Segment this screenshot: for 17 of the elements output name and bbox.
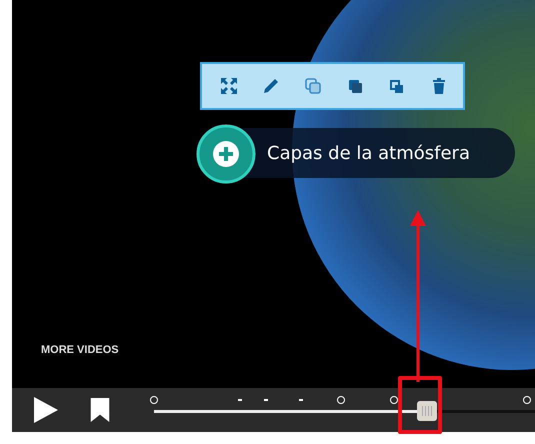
duplicate-icon[interactable] xyxy=(303,76,323,96)
highlight-box xyxy=(398,376,442,434)
timeline-marker xyxy=(336,396,345,404)
play-icon[interactable] xyxy=(34,397,58,423)
more-videos-link[interactable]: MORE VIDEOS xyxy=(41,344,119,356)
bookmark-icon[interactable] xyxy=(90,398,110,422)
expand-icon[interactable] xyxy=(219,76,239,96)
edit-icon[interactable] xyxy=(261,76,281,96)
timeline-marker xyxy=(238,399,242,401)
add-hotspot-button[interactable] xyxy=(196,124,256,184)
timeline-marker xyxy=(523,396,532,404)
timeline-marker xyxy=(150,396,158,404)
timeline-marker xyxy=(264,399,268,401)
timeline-marker xyxy=(298,399,303,401)
timeline-marker xyxy=(390,396,398,404)
hotspot-label: Capas de la atmósfera xyxy=(267,142,470,164)
slider-handle[interactable] xyxy=(416,401,437,421)
